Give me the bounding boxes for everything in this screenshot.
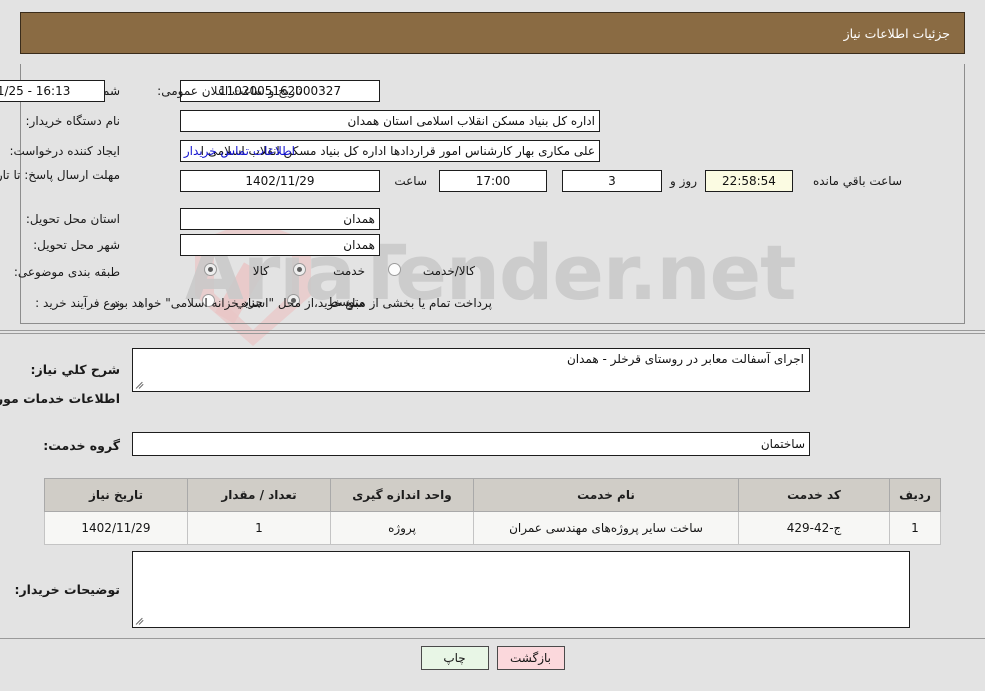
need-summary-value: اجرای آسفالت معابر در روستای قرخلر - همد… (566, 352, 804, 366)
th-quantity: تعداد / مقدار (187, 478, 331, 512)
th-row: ردیف (889, 478, 941, 512)
need-summary-textarea[interactable]: اجرای آسفالت معابر در روستای قرخلر - همد… (132, 348, 810, 392)
remaining-clock-label: ساعت باقي مانده (812, 174, 902, 188)
remaining-days-label: روز و (670, 174, 697, 188)
cell-quantity: 1 (187, 511, 331, 545)
creator-label: ایجاد کننده درخواست: (9, 144, 120, 158)
back-button[interactable]: بازگشت (496, 646, 565, 670)
province-value[interactable]: همدان (180, 208, 380, 230)
announce-datetime-value[interactable]: 16:13 - 1402/11/25 (0, 80, 105, 102)
deadline-time-label: ساعت (394, 174, 427, 188)
print-button[interactable]: چاپ (420, 646, 489, 670)
cell-date: 1402/11/29 (44, 511, 188, 545)
province-label: استان محل تحویل: (25, 212, 120, 226)
th-unit: واحد اندازه گیری (330, 478, 474, 512)
process-label: نوع فرآیند خرید : (35, 296, 120, 310)
need-summary-label: شرح کلي نیاز: (30, 362, 120, 377)
details-panel (20, 64, 965, 324)
city-value[interactable]: همدان (180, 234, 380, 256)
announce-datetime-label: تاریخ و ساعت اعلان عمومی: (157, 84, 302, 98)
radio-category-khedmat[interactable] (293, 263, 306, 276)
remaining-clock-value: 22:58:54 (705, 170, 793, 192)
buyer-org-value[interactable]: اداره کل بنیاد مسکن انقلاب اسلامی استان … (180, 110, 600, 132)
buyer-notes-label: توضیحات خریدار: (14, 582, 120, 597)
radio-category-kala[interactable] (204, 263, 217, 276)
cell-name: ساخت سایر پروژه‌های مهندسی عمران (473, 511, 739, 545)
services-section-heading: اطلاعات خدمات مورد نیاز (0, 391, 120, 406)
section-divider-1 (0, 330, 985, 331)
buyer-org-label: نام دستگاه خریدار: (25, 114, 121, 128)
deadline-label: مهلت ارسال پاسخ: تا تاریخ: (0, 168, 120, 182)
remaining-days-value[interactable]: 3 (562, 170, 662, 192)
cell-unit: پروژه (330, 511, 474, 545)
radio-category-kala-label: کالا (252, 264, 269, 278)
cell-row: 1 (889, 511, 941, 545)
service-group-value[interactable]: ساختمان (132, 432, 810, 456)
resize-grip-icon[interactable] (135, 378, 147, 390)
services-table: ردیف کد خدمت نام خدمت واحد اندازه گیری ت… (44, 478, 941, 545)
radio-category-kala-khedmat-label: کالا/خدمت (422, 264, 475, 278)
section-divider-3 (0, 638, 985, 639)
table-row: 1 ج-42-429 ساخت سایر پروژه‌های مهندسی عم… (44, 511, 941, 545)
th-code: کد خدمت (738, 478, 890, 512)
city-label: شهر محل تحویل: (33, 238, 120, 252)
buyer-notes-textarea[interactable] (132, 551, 910, 628)
page-title: جزئیات اطلاعات نیاز (843, 25, 950, 41)
footer-button-bar: بازگشت چاپ (0, 646, 985, 670)
cell-code: ج-42-429 (738, 511, 890, 545)
th-name: نام خدمت (473, 478, 739, 512)
radio-category-khedmat-label: خدمت (333, 264, 365, 278)
buyer-contact-link[interactable]: اطلاعات تماس خریدار (184, 144, 295, 159)
services-table-wrap: ردیف کد خدمت نام خدمت واحد اندازه گیری ت… (44, 478, 941, 545)
category-label: طبقه بندی موضوعی: (13, 265, 120, 279)
resize-grip-icon-2[interactable] (135, 614, 147, 626)
deadline-time-value[interactable]: 17:00 (439, 170, 547, 192)
process-note: پرداخت تمام یا بخشی از مبلغ خرید،از محل … (109, 296, 492, 310)
page-title-bar: جزئیات اطلاعات نیاز (20, 12, 965, 54)
deadline-date-value[interactable]: 1402/11/29 (180, 170, 380, 192)
th-date: تاریخ نیاز (44, 478, 188, 512)
service-group-label: گروه خدمت: (43, 438, 120, 453)
section-divider-2 (0, 333, 985, 334)
table-header-row: ردیف کد خدمت نام خدمت واحد اندازه گیری ت… (44, 478, 941, 512)
radio-category-kala-khedmat[interactable] (388, 263, 401, 276)
